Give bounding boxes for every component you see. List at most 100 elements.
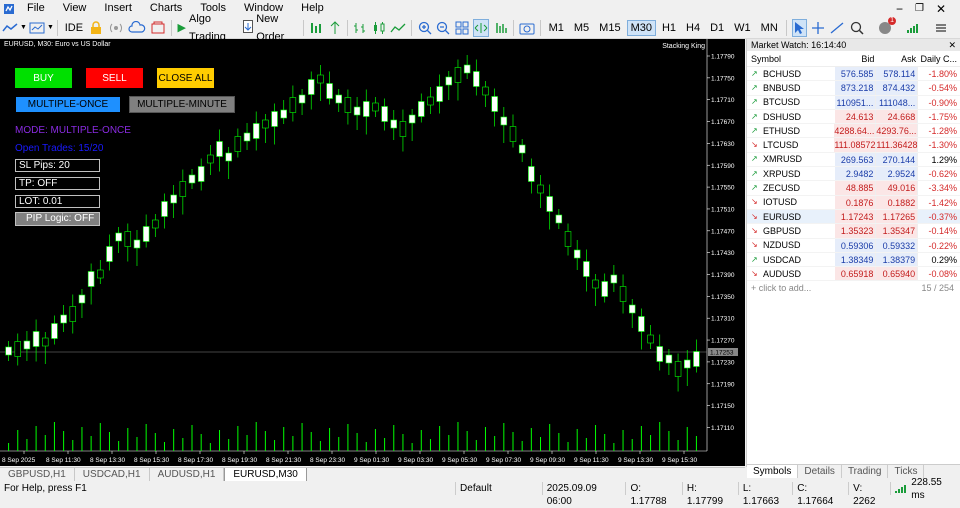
market-watch-row[interactable]: ↗ ETHUSD 4288.64... 4293.76... -1.28% (747, 124, 960, 139)
price-label: 1.17230 (711, 359, 735, 366)
market-watch-row[interactable]: ↗ BCHUSD 576.585 578.114 -1.80% (747, 67, 960, 82)
menu-insert[interactable]: Insert (95, 0, 141, 17)
new-order-button[interactable]: New Order (240, 13, 300, 43)
market-watch-row[interactable]: ↗ XMRUSD 269.563 270.144 1.29% (747, 152, 960, 168)
column-change[interactable]: Daily C... (918, 51, 960, 66)
close-all-button[interactable]: CLOSE ALL (157, 68, 214, 88)
profile-name[interactable]: Default (455, 482, 542, 495)
signal-icon[interactable] (108, 19, 124, 37)
trade-icon[interactable] (328, 19, 343, 37)
menu-icon[interactable] (932, 19, 950, 37)
minimize-icon[interactable]: − (896, 2, 903, 16)
sl-pips-field[interactable]: SL Pips: 20 (15, 159, 100, 172)
bar-chart-icon[interactable] (353, 19, 368, 37)
tab-symbols[interactable]: Symbols (747, 465, 799, 478)
timeframe-d1[interactable]: D1 (706, 20, 728, 36)
tab-details[interactable]: Details (798, 465, 842, 478)
column-ask[interactable]: Ask (876, 51, 918, 66)
chart-tab-gbpusd[interactable]: GBPUSD,H1 (0, 468, 75, 481)
timeframe-m1[interactable]: M1 (545, 20, 568, 36)
chart-tab-usdcad[interactable]: USDCAD,H1 (75, 468, 150, 481)
symbol-name: AUDUSD (763, 268, 802, 279)
close-icon[interactable]: ✕ (936, 2, 946, 16)
market-watch-row[interactable]: ↘ AUDUSD 0.65918 0.65940 -0.08% (747, 267, 960, 282)
templates-icon[interactable] (29, 19, 45, 37)
timeframe-h1[interactable]: H1 (658, 20, 680, 36)
timeframe-mn[interactable]: MN (757, 20, 782, 36)
market-watch-row[interactable]: ↘ EURUSD 1.17243 1.17265 -0.37% (747, 209, 960, 225)
market-watch-row[interactable]: ↗ DSHUSD 24.613 24.668 -1.75% (747, 109, 960, 125)
chart-type-icon[interactable] (2, 19, 18, 37)
market-watch-row[interactable]: ↘ NZDUSD 0.59306 0.59332 -0.22% (747, 238, 960, 253)
column-symbol[interactable]: Symbol (747, 51, 835, 66)
restore-icon[interactable]: ❐ (915, 3, 924, 14)
chevron-down-icon[interactable]: ▼ (47, 24, 54, 31)
tab-trading[interactable]: Trading (842, 465, 889, 478)
notifications-icon[interactable]: 1 (876, 16, 896, 37)
market-watch-row[interactable]: ↗ BTCUSD 110951... 111048... -0.90% (747, 95, 960, 110)
cursor-icon[interactable] (791, 18, 807, 37)
ide-button[interactable]: IDE (61, 19, 87, 37)
depth-of-market-icon[interactable] (309, 19, 324, 37)
candlestick-icon[interactable] (372, 19, 387, 37)
pip-logic-button[interactable]: PIP Logic: OFF (15, 212, 100, 226)
close-icon[interactable]: ✕ (948, 39, 956, 51)
crosshair-icon[interactable] (811, 19, 826, 37)
market-watch-row[interactable]: ↗ BNBUSD 873.218 874.432 -0.54% (747, 81, 960, 96)
price-label: 1.17150 (711, 403, 735, 410)
timeframe-h4[interactable]: H4 (682, 20, 704, 36)
time-label: 8 Sep 13:30 (90, 457, 125, 464)
market-watch-row[interactable]: ↗ USDCAD 1.38349 1.38379 0.29% (747, 252, 960, 268)
market-watch-row[interactable]: ↘ LTCUSD 111.08572 111.36428 -1.30% (747, 138, 960, 153)
zoom-in-icon[interactable] (417, 19, 432, 37)
account-level-icon[interactable] (904, 19, 922, 37)
menu-file[interactable]: File (18, 0, 54, 17)
zoom-out-icon[interactable] (436, 19, 451, 37)
menu-view[interactable]: View (54, 0, 96, 17)
menu-charts[interactable]: Charts (141, 0, 191, 17)
candle-body (628, 304, 636, 314)
chart-shift-icon[interactable] (493, 19, 508, 37)
auto-scroll-icon[interactable] (473, 18, 490, 37)
market-icon[interactable] (150, 19, 166, 37)
market-watch-row[interactable]: ↗ XRPUSD 2.9482 2.9524 -0.62% (747, 167, 960, 182)
add-symbol-input[interactable]: + click to add... (751, 281, 811, 295)
market-watch-row[interactable]: ↘ GBPUSD 1.35323 1.35347 -0.14% (747, 224, 960, 239)
tab-ticks[interactable]: Ticks (888, 465, 925, 478)
market-watch-row[interactable]: ↗ ZECUSD 48.885 49.016 -3.34% (747, 181, 960, 196)
lock-icon[interactable] (89, 19, 104, 37)
algo-trading-button[interactable]: ▶ Algo Trading (175, 13, 241, 43)
timeframe-m30[interactable]: M30 (626, 19, 656, 36)
chart-area[interactable]: 1.17790 1.17750 1.17710 1.17670 1.17630 1.175… (0, 39, 745, 466)
chart-tab-eurusd[interactable]: EURUSD,M30 (224, 468, 307, 481)
trendline-icon[interactable] (829, 19, 844, 37)
chart-tab-audusd[interactable]: AUDUSD,H1 (150, 468, 225, 481)
timeframe-m15[interactable]: M15 (595, 20, 624, 36)
candle-body (427, 96, 434, 106)
sell-button[interactable]: SELL (86, 68, 143, 88)
buy-button[interactable]: BUY (15, 68, 72, 88)
tile-windows-icon[interactable] (455, 19, 470, 37)
market-watch-row[interactable]: ↘ IOTUSD 0.1876 0.1882 -1.42% (747, 195, 960, 210)
add-symbol-row[interactable]: + click to add... 15 / 254 (747, 281, 960, 295)
search-icon[interactable] (848, 19, 866, 37)
price-label: 1.17550 (711, 185, 735, 192)
line-chart-icon[interactable] (390, 19, 406, 37)
multiple-minute-button[interactable]: MULTIPLE-MINUTE (129, 96, 235, 113)
ask-cell: 111048... (876, 95, 919, 109)
cloud-icon[interactable] (128, 19, 146, 37)
timeframe-m5[interactable]: M5 (570, 20, 593, 36)
tp-field[interactable]: TP: OFF (15, 177, 100, 190)
candle-body (14, 341, 21, 357)
lot-field[interactable]: LOT: 0.01 (15, 195, 100, 208)
symbol-cell: ↗ USDCAD (747, 253, 835, 266)
multiple-once-button[interactable]: MULTIPLE-ONCE (15, 96, 121, 113)
candle-body (87, 271, 95, 287)
menu-help[interactable]: Help (292, 0, 333, 17)
chevron-down-icon[interactable]: ▼ (20, 24, 27, 31)
chart-title: EURUSD, M30: Euro vs US Dollar (4, 41, 111, 48)
column-bid[interactable]: Bid (835, 51, 877, 66)
timeframe-w1[interactable]: W1 (730, 20, 755, 36)
screenshot-icon[interactable] (519, 19, 535, 37)
candle-body (307, 79, 315, 95)
